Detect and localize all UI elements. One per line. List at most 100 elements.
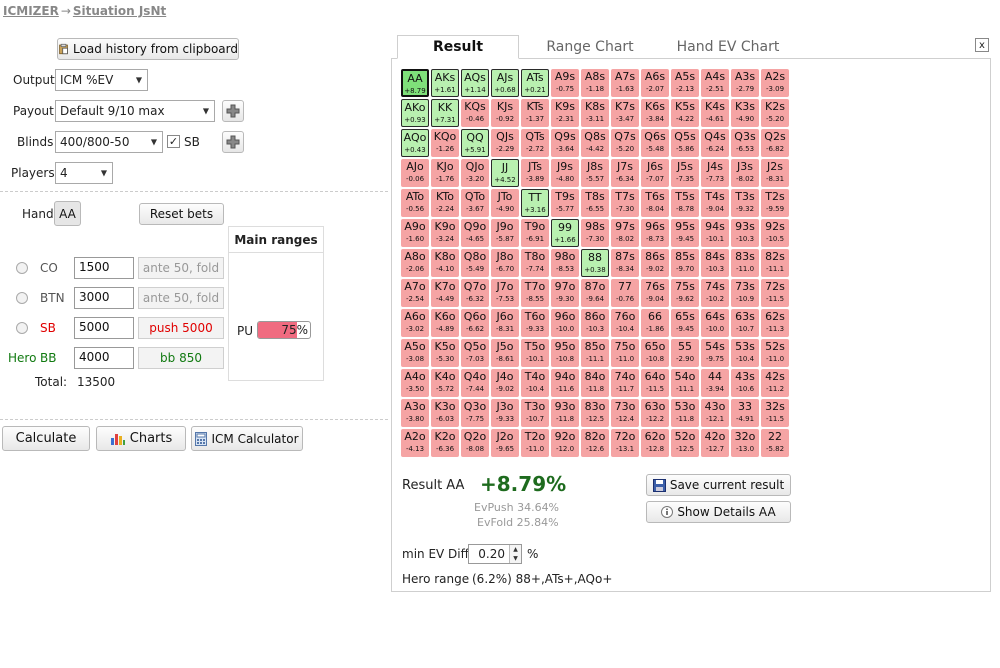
charts-button[interactable]: Charts — [96, 426, 186, 451]
hand-cell[interactable]: QTs -2.72 — [521, 129, 549, 157]
close-button[interactable]: x — [975, 38, 989, 52]
hand-cell[interactable]: A5s -2.13 — [671, 69, 699, 97]
hand-cell[interactable]: QQ +5.91 — [461, 129, 489, 157]
hand-cell[interactable]: Q4s -6.24 — [701, 129, 729, 157]
hand-cell[interactable]: QJo -3.20 — [461, 159, 489, 187]
hand-cell[interactable]: 64s -10.0 — [701, 309, 729, 337]
stack-input-co[interactable]: 1500 — [74, 257, 134, 279]
hand-cell[interactable]: 63s -10.7 — [731, 309, 759, 337]
show-details-button[interactable]: Show Details AA — [646, 501, 791, 523]
hand-cell[interactable]: 52o -12.5 — [671, 429, 699, 457]
hand-cell[interactable]: 72s -11.5 — [761, 279, 789, 307]
hand-cell[interactable]: Q9s -3.64 — [551, 129, 579, 157]
tab-hand-ev-chart[interactable]: Hand EV Chart — [660, 35, 796, 59]
hand-cell[interactable]: T4o -10.4 — [521, 369, 549, 397]
hand-cell[interactable]: A4s -2.51 — [701, 69, 729, 97]
hand-cell[interactable]: J8s -5.57 — [581, 159, 609, 187]
hand-cell[interactable]: Q5s -5.86 — [671, 129, 699, 157]
hand-cell[interactable]: J7s -6.34 — [611, 159, 639, 187]
hand-cell[interactable]: 42s -11.2 — [761, 369, 789, 397]
hand-cell[interactable]: T5s -8.78 — [671, 189, 699, 217]
output-select[interactable]: ICM %EV ▼ — [55, 69, 148, 91]
hand-cell[interactable]: 87o -9.64 — [581, 279, 609, 307]
hand-cell[interactable]: J3s -8.02 — [731, 159, 759, 187]
hand-cell[interactable]: 44 -3.94 — [701, 369, 729, 397]
hand-cell[interactable]: A2s -3.09 — [761, 69, 789, 97]
breadcrumb-root-link[interactable]: ICMIZER — [3, 4, 59, 18]
hand-cell[interactable]: T9o -6.91 — [521, 219, 549, 247]
action-co[interactable]: ante 50, fold — [138, 257, 224, 279]
hand-cell[interactable]: 54o -11.1 — [671, 369, 699, 397]
hand-cell[interactable]: K3s -4.90 — [731, 99, 759, 127]
hand-cell[interactable]: K8o -4.10 — [431, 249, 459, 277]
hand-cell[interactable]: K9s -2.31 — [551, 99, 579, 127]
hand-cell[interactable]: J5s -7.35 — [671, 159, 699, 187]
hand-cell[interactable]: T7s -7.30 — [611, 189, 639, 217]
hand-cell[interactable]: J4o -9.02 — [491, 369, 519, 397]
hand-cell[interactable]: T9s -5.77 — [551, 189, 579, 217]
hand-cell[interactable]: 97s -8.02 — [611, 219, 639, 247]
hand-cell[interactable]: K6o -4.89 — [431, 309, 459, 337]
hand-cell[interactable]: T7o -8.55 — [521, 279, 549, 307]
hand-cell[interactable]: 62o -12.8 — [641, 429, 669, 457]
hand-cell[interactable]: QTo -3.67 — [461, 189, 489, 217]
hand-cell[interactable]: Q9o -4.65 — [461, 219, 489, 247]
hand-cell[interactable]: 74o -11.7 — [611, 369, 639, 397]
hand-cell[interactable]: Q4o -7.44 — [461, 369, 489, 397]
hand-cell[interactable]: T3o -10.7 — [521, 399, 549, 427]
hand-cell[interactable]: KTs -1.37 — [521, 99, 549, 127]
hand-cell[interactable]: K8s -3.11 — [581, 99, 609, 127]
reset-bets-button[interactable]: Reset bets — [139, 203, 224, 225]
hand-cell[interactable]: A7o -2.54 — [401, 279, 429, 307]
payout-select[interactable]: Default 9/10 max ▼ — [55, 100, 215, 122]
hand-cell[interactable]: KJo -1.76 — [431, 159, 459, 187]
hand-cell[interactable]: 64o -11.5 — [641, 369, 669, 397]
hand-cell[interactable]: 22 -5.82 — [761, 429, 789, 457]
hand-cell[interactable]: 92s -10.5 — [761, 219, 789, 247]
hand-cell[interactable]: A2o -4.13 — [401, 429, 429, 457]
hand-cell[interactable]: 43o -12.1 — [701, 399, 729, 427]
hand-cell[interactable]: 63o -12.2 — [641, 399, 669, 427]
hand-cell[interactable]: K9o -3.24 — [431, 219, 459, 247]
hand-cell[interactable]: 98s -7.30 — [581, 219, 609, 247]
hand-cell[interactable]: Q7s -5.20 — [611, 129, 639, 157]
hand-cell[interactable]: 72o -13.1 — [611, 429, 639, 457]
hand-cell[interactable]: 75s -9.62 — [671, 279, 699, 307]
radio-co[interactable] — [16, 262, 28, 274]
hand-cell[interactable]: T3s -9.32 — [731, 189, 759, 217]
hand-cell[interactable]: J3o -9.33 — [491, 399, 519, 427]
hand-cell[interactable]: T5o -10.1 — [521, 339, 549, 367]
hand-cell[interactable]: AKs +1.61 — [431, 69, 459, 97]
sb-checkbox[interactable]: ✓ — [167, 135, 180, 148]
hand-cell[interactable]: KQs -0.46 — [461, 99, 489, 127]
hand-cell[interactable]: 55 -2.90 — [671, 339, 699, 367]
hand-cell[interactable]: KK +7.31 — [431, 99, 459, 127]
save-result-button[interactable]: Save current result — [646, 474, 791, 496]
hand-cell[interactable]: A3s -2.79 — [731, 69, 759, 97]
hand-cell[interactable]: JTo -4.90 — [491, 189, 519, 217]
action-sb[interactable]: push 5000 — [138, 317, 224, 339]
hand-cell[interactable]: J2o -9.65 — [491, 429, 519, 457]
hand-cell[interactable]: J6o -8.31 — [491, 309, 519, 337]
hand-cell[interactable]: 85o -11.1 — [581, 339, 609, 367]
hand-cell[interactable]: A6o -3.02 — [401, 309, 429, 337]
hand-cell[interactable]: 86o -10.3 — [581, 309, 609, 337]
hand-cell[interactable]: 84s -10.3 — [701, 249, 729, 277]
hand-cell[interactable]: 82s -11.1 — [761, 249, 789, 277]
hand-cell[interactable]: 96o -10.0 — [551, 309, 579, 337]
hand-cell[interactable]: A5o -3.08 — [401, 339, 429, 367]
spinner-arrows-icon[interactable]: ▲ ▼ — [509, 545, 521, 563]
hand-cell[interactable]: 93s -10.3 — [731, 219, 759, 247]
hand-cell[interactable]: 54s -9.75 — [701, 339, 729, 367]
hand-cell[interactable]: 94s -10.1 — [701, 219, 729, 247]
radio-btn[interactable] — [16, 292, 28, 304]
hand-cell[interactable]: 53s -10.4 — [731, 339, 759, 367]
hand-cell[interactable]: AQo +0.43 — [401, 129, 429, 157]
stack-input-bb[interactable]: 4000 — [74, 347, 134, 369]
hand-cell[interactable]: 43s -10.6 — [731, 369, 759, 397]
hand-cell[interactable]: KQo -1.26 — [431, 129, 459, 157]
hand-cell[interactable]: K6s -3.84 — [641, 99, 669, 127]
hand-cell[interactable]: 52s -11.0 — [761, 339, 789, 367]
hand-cell[interactable]: 93o -11.8 — [551, 399, 579, 427]
hand-cell[interactable]: 42o -12.7 — [701, 429, 729, 457]
